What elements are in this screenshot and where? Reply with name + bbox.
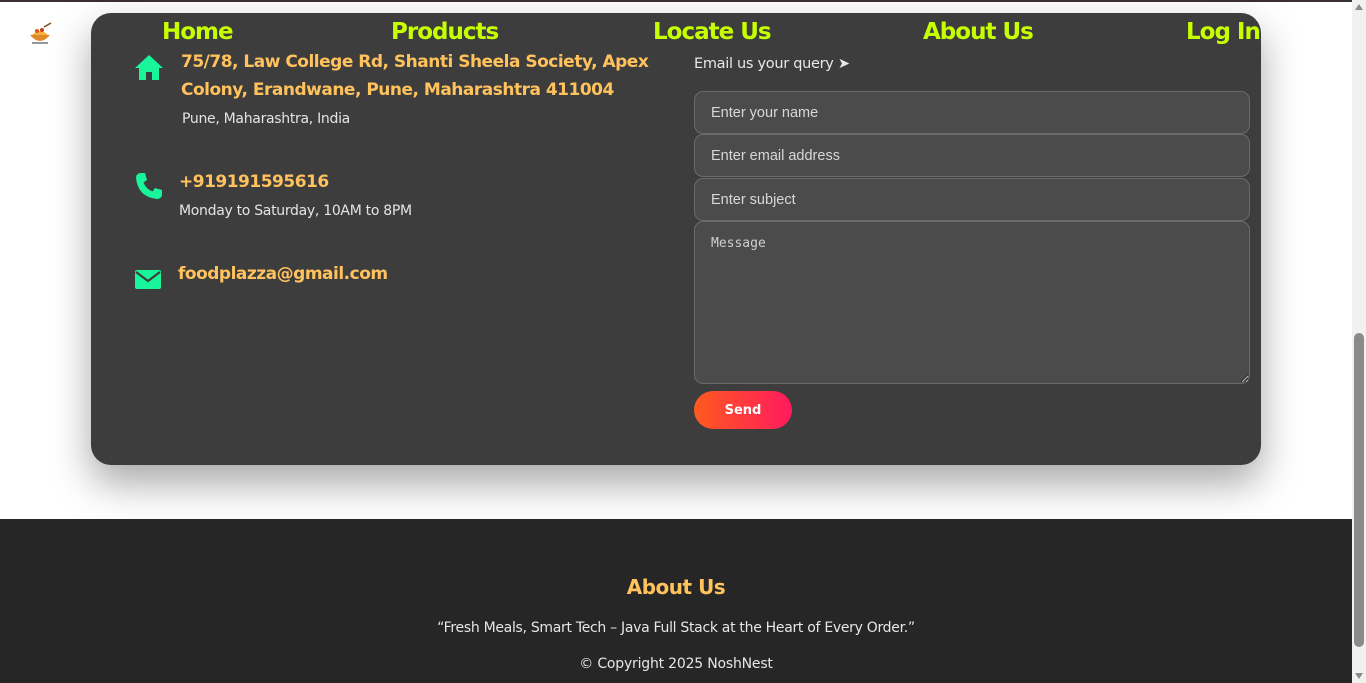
email-address[interactable]: foodplazza@gmail.com bbox=[178, 260, 388, 288]
nav-log-in[interactable]: Log In bbox=[1186, 19, 1261, 45]
address-line-1: 75/78, Law College Rd, Shanti Sheela Soc… bbox=[181, 52, 649, 72]
email-input[interactable] bbox=[694, 134, 1250, 177]
home-icon bbox=[135, 55, 163, 80]
phone-number[interactable]: +919191595616 bbox=[179, 168, 329, 196]
form-title: Email us your query ➤ bbox=[694, 56, 850, 72]
scroll-down-arrow-icon[interactable] bbox=[1355, 673, 1363, 679]
footer-copyright: © Copyright 2025 NoshNest bbox=[579, 656, 773, 672]
mail-icon bbox=[135, 270, 161, 289]
address-region: Pune, Maharashtra, India bbox=[182, 111, 350, 127]
scroll-thumb[interactable] bbox=[1354, 333, 1364, 647]
message-textarea[interactable] bbox=[694, 221, 1250, 384]
nav-home[interactable]: Home bbox=[162, 19, 234, 45]
nav-locate-us[interactable]: Locate Us bbox=[653, 19, 772, 45]
address-line-2: Colony, Erandwane, Pune, Maharashtra 411… bbox=[181, 80, 614, 100]
food-bowl-logo-icon bbox=[30, 22, 52, 44]
name-input[interactable] bbox=[694, 91, 1250, 134]
footer-title: About Us bbox=[626, 575, 726, 599]
top-border bbox=[0, 0, 1352, 2]
page-scrollbar[interactable] bbox=[1352, 0, 1366, 683]
phone-hours: Monday to Saturday, 10AM to 8PM bbox=[179, 203, 412, 219]
brand-logo[interactable] bbox=[24, 18, 56, 50]
phone-icon bbox=[136, 173, 162, 199]
footer: About Us “Fresh Meals, Smart Tech – Java… bbox=[0, 519, 1352, 683]
subject-input[interactable] bbox=[694, 178, 1250, 221]
nav-about-us[interactable]: About Us bbox=[923, 19, 1034, 45]
footer-quote: “Fresh Meals, Smart Tech – Java Full Sta… bbox=[437, 620, 915, 636]
nav-products[interactable]: Products bbox=[391, 19, 499, 45]
scroll-up-arrow-icon[interactable] bbox=[1355, 4, 1363, 10]
send-button[interactable]: Send bbox=[694, 391, 792, 429]
